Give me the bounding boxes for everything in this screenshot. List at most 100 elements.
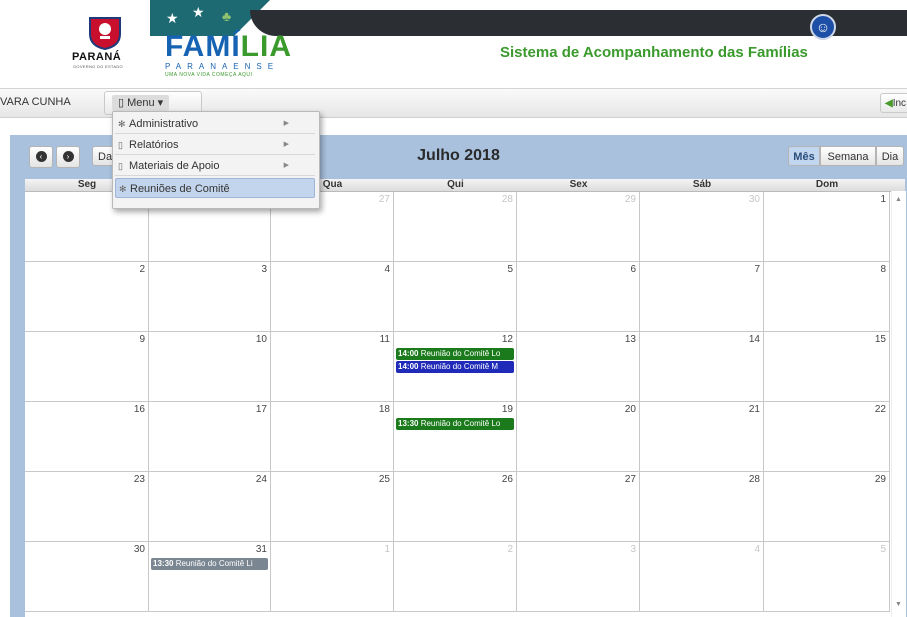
event-time: 14:00 — [398, 349, 419, 358]
day-number: 16 — [133, 404, 145, 415]
logo-main-a: FAMÍ — [165, 30, 241, 63]
day-number: 24 — [255, 474, 267, 485]
day-number: 3 — [261, 264, 267, 275]
day-cell[interactable]: 1 — [764, 192, 890, 262]
calendar-event[interactable]: 14:00 Reunião do Comitê Lo — [396, 348, 514, 360]
document-icon: ▯ — [118, 140, 123, 150]
day-cell[interactable]: 8 — [764, 262, 890, 332]
weekday-3: Qui — [447, 179, 464, 190]
day-cell[interactable]: 3 — [149, 262, 271, 332]
scroll-up-icon[interactable]: ▲ — [895, 196, 902, 203]
day-cell[interactable]: 30 — [640, 192, 764, 262]
day-number: 4 — [754, 544, 760, 555]
day-cell[interactable]: 30 — [25, 542, 149, 612]
day-number: 28 — [748, 474, 760, 485]
back-button[interactable]: ◀Inc — [880, 93, 907, 113]
calendar-grid: SegTerQuaQuiSexSábDom 252627282930123456… — [25, 179, 905, 617]
day-number: 22 — [874, 404, 886, 415]
day-cell[interactable]: 4 — [640, 542, 764, 612]
day-number: 5 — [880, 544, 886, 555]
user-name: VARA CUNHA — [0, 96, 71, 108]
day-cell[interactable]: 4 — [271, 262, 394, 332]
back-arrow-icon: ◀ — [885, 98, 893, 109]
star-icon: ★ — [192, 4, 205, 20]
day-cell[interactable]: 12 14:00 Reunião do Comitê Lo 14:00 Reuniã… — [394, 332, 517, 402]
day-number: 9 — [139, 334, 145, 345]
day-cell[interactable]: 17 — [149, 402, 271, 472]
day-cell[interactable]: 21 — [640, 402, 764, 472]
menu-item-label: Administrativo — [129, 118, 199, 130]
day-cell[interactable]: 29 — [517, 192, 640, 262]
day-cell[interactable]: 13 — [517, 332, 640, 402]
day-cell[interactable]: 2 — [25, 262, 149, 332]
day-cell[interactable]: 18 — [271, 402, 394, 472]
weekday-5: Sáb — [692, 179, 712, 190]
day-number: 21 — [748, 404, 760, 415]
view-day-button[interactable]: Dia — [876, 146, 904, 166]
day-cell[interactable]: 3 — [517, 542, 640, 612]
day-number: 30 — [133, 544, 145, 555]
calendar-event[interactable]: 13:30 Reunião do Comitê Li — [151, 558, 268, 570]
menu-item-label: Relatórios — [129, 139, 179, 151]
scroll-down-icon[interactable]: ▼ — [895, 601, 902, 608]
document-icon: ▯ — [118, 97, 128, 109]
day-cell[interactable]: 5 — [764, 542, 890, 612]
logo-main-b: LIA — [240, 30, 292, 63]
day-cell[interactable]: 16 — [25, 402, 149, 472]
back-button-label: Inc — [892, 98, 907, 109]
day-cell[interactable]: 10 — [149, 332, 271, 402]
day-cell[interactable]: 7 — [640, 262, 764, 332]
state-subtitle: GOVERNO DO ESTADO — [73, 64, 123, 69]
day-cell[interactable]: 23 — [25, 472, 149, 542]
day-cell[interactable]: 31 13:30 Reunião do Comitê Li — [149, 542, 271, 612]
chevron-right-icon: ▶ — [283, 162, 289, 169]
menu-item-label: Materiais de Apoio — [129, 160, 220, 172]
day-cell[interactable]: 2 — [394, 542, 517, 612]
header: ★ ★ ♣ ☺ PARANÁ GOVERNO DO ESTADO FAMÍLIA… — [0, 0, 907, 88]
menu-item-administrativo[interactable]: ✻ Administrativo ▶ — [115, 114, 315, 134]
day-cell[interactable]: 9 — [25, 332, 149, 402]
day-cell[interactable]: 27 — [517, 472, 640, 542]
parana-crest-icon — [86, 14, 124, 51]
day-cell[interactable]: 28 — [394, 192, 517, 262]
day-number: 6 — [630, 264, 636, 275]
view-week-button[interactable]: Semana — [820, 146, 876, 166]
day-number: 27 — [378, 194, 390, 205]
chevron-right-icon: ▶ — [283, 120, 289, 127]
day-number: 19 — [501, 404, 513, 415]
menu-item-label: Reuniões de Comitê — [130, 183, 230, 195]
day-number: 13 — [624, 334, 636, 345]
day-cell[interactable]: 22 — [764, 402, 890, 472]
view-month-button[interactable]: Mês — [788, 146, 820, 166]
day-cell[interactable]: 29 — [764, 472, 890, 542]
event-title: Reunião do Comitê Lo — [420, 419, 501, 428]
day-cell[interactable]: 11 — [271, 332, 394, 402]
day-cell[interactable]: 20 — [517, 402, 640, 472]
day-cell[interactable]: 15 — [764, 332, 890, 402]
calendar-event[interactable]: 14:00 Reunião do Comitê M — [396, 361, 514, 373]
event-title: Reunião do Comitê Lo — [420, 349, 501, 358]
day-number: 23 — [133, 474, 145, 485]
day-number: 15 — [874, 334, 886, 345]
weekday-6: Dom — [815, 179, 839, 190]
calendar-event[interactable]: 13:30 Reunião do Comitê Lo — [396, 418, 514, 430]
day-cell[interactable]: 14 — [640, 332, 764, 402]
menu-item-reuni-es-de-comit-[interactable]: ✻ Reuniões de Comitê — [115, 178, 315, 198]
day-cell[interactable]: 25 — [271, 472, 394, 542]
calendar-scrollbar[interactable]: ▲ ▼ — [891, 191, 906, 617]
day-cell[interactable]: 5 — [394, 262, 517, 332]
system-title: Sistema de Acompanhamento das Famílias — [500, 44, 808, 61]
day-cell[interactable]: 1 — [271, 542, 394, 612]
day-number: 2 — [507, 544, 513, 555]
day-cell[interactable]: 26 — [394, 472, 517, 542]
menu-item-relat-rios[interactable]: ▯ Relatórios ▶ — [115, 135, 315, 155]
day-cell[interactable]: 24 — [149, 472, 271, 542]
day-number: 1 — [880, 194, 886, 205]
menu-dropdown: ✻ Administrativo ▶ ▯ Relatórios ▶ ▯ Materiais d… — [112, 111, 320, 209]
accessibility-icon[interactable]: ☺ — [810, 14, 836, 40]
day-cell[interactable]: 19 13:30 Reunião do Comitê Lo — [394, 402, 517, 472]
day-number: 4 — [384, 264, 390, 275]
day-cell[interactable]: 28 — [640, 472, 764, 542]
menu-item-materiais-de-apoio[interactable]: ▯ Materiais de Apoio ▶ — [115, 156, 315, 176]
day-cell[interactable]: 6 — [517, 262, 640, 332]
